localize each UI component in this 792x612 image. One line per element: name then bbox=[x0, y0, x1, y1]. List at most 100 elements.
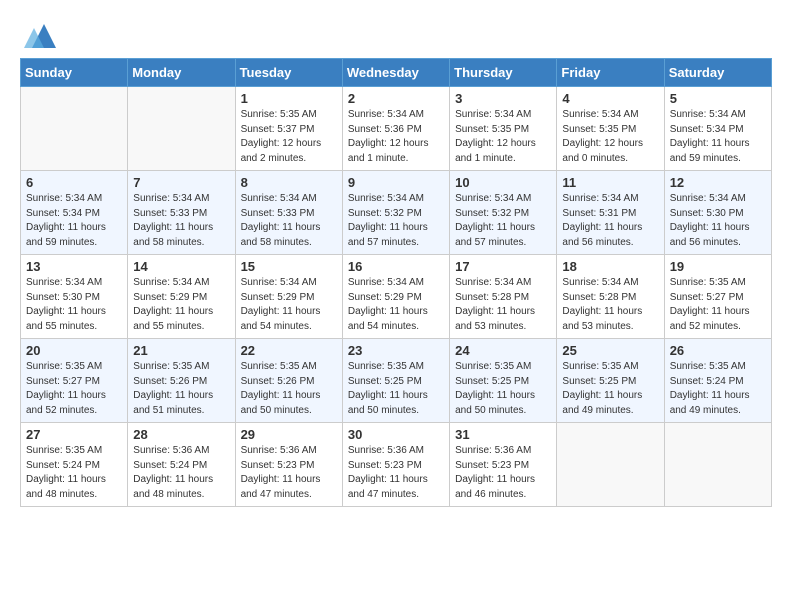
calendar-cell: 14 Sunrise: 5:34 AM Sunset: 5:29 PM Dayli… bbox=[128, 255, 235, 339]
calendar-header-row: SundayMondayTuesdayWednesdayThursdayFrid… bbox=[21, 59, 772, 87]
day-info: Sunrise: 5:34 AM Sunset: 5:29 PM Dayligh… bbox=[348, 276, 444, 334]
calendar-cell: 20 Sunrise: 5:35 AM Sunset: 5:27 PM Dayli… bbox=[21, 339, 128, 423]
calendar-cell: 29 Sunrise: 5:36 AM Sunset: 5:23 PM Dayli… bbox=[235, 423, 342, 507]
calendar-cell: 19 Sunrise: 5:35 AM Sunset: 5:27 PM Dayli… bbox=[664, 255, 771, 339]
calendar-cell: 25 Sunrise: 5:35 AM Sunset: 5:25 PM Dayli… bbox=[557, 339, 664, 423]
day-number: 16 bbox=[348, 259, 444, 274]
calendar-week-row: 1 Sunrise: 5:35 AM Sunset: 5:37 PM Daylig… bbox=[21, 87, 772, 171]
calendar-cell: 6Sunrise: 5:34 AM Sunset: 5:34 PM Daylig… bbox=[21, 171, 128, 255]
calendar-week-row: 13 Sunrise: 5:34 AM Sunset: 5:30 PM Dayli… bbox=[21, 255, 772, 339]
column-header-friday: Friday bbox=[557, 59, 664, 87]
day-info: Sunrise: 5:36 AM Sunset: 5:23 PM Dayligh… bbox=[455, 444, 551, 502]
day-info: Sunrise: 5:35 AM Sunset: 5:25 PM Dayligh… bbox=[348, 360, 444, 418]
day-info: Sunrise: 5:36 AM Sunset: 5:23 PM Dayligh… bbox=[348, 444, 444, 502]
day-number: 30 bbox=[348, 427, 444, 442]
logo bbox=[20, 20, 56, 48]
day-info: Sunrise: 5:34 AM Sunset: 5:30 PM Dayligh… bbox=[26, 276, 122, 334]
calendar-cell: 4Sunrise: 5:34 AM Sunset: 5:35 PM Daylig… bbox=[557, 87, 664, 171]
calendar-cell: 26 Sunrise: 5:35 AM Sunset: 5:24 PM Dayli… bbox=[664, 339, 771, 423]
calendar-cell: 3 Sunrise: 5:34 AM Sunset: 5:35 PM Daylig… bbox=[450, 87, 557, 171]
day-info: Sunrise: 5:34 AM Sunset: 5:33 PM Dayligh… bbox=[133, 192, 229, 250]
calendar-week-row: 20 Sunrise: 5:35 AM Sunset: 5:27 PM Dayli… bbox=[21, 339, 772, 423]
day-number: 29 bbox=[241, 427, 337, 442]
calendar-cell: 1 Sunrise: 5:35 AM Sunset: 5:37 PM Daylig… bbox=[235, 87, 342, 171]
calendar-cell: 7 Sunrise: 5:34 AM Sunset: 5:33 PM Daylig… bbox=[128, 171, 235, 255]
day-number: 20 bbox=[26, 343, 122, 358]
day-number: 19 bbox=[670, 259, 766, 274]
day-info: Sunrise: 5:35 AM Sunset: 5:26 PM Dayligh… bbox=[133, 360, 229, 418]
day-number: 15 bbox=[241, 259, 337, 274]
day-number: 26 bbox=[670, 343, 766, 358]
day-info: Sunrise: 5:36 AM Sunset: 5:24 PM Dayligh… bbox=[133, 444, 229, 502]
column-header-wednesday: Wednesday bbox=[342, 59, 449, 87]
day-info: Sunrise: 5:34 AM Sunset: 5:35 PM Dayligh… bbox=[455, 108, 551, 166]
calendar-cell: 31 Sunrise: 5:36 AM Sunset: 5:23 PM Dayli… bbox=[450, 423, 557, 507]
day-number: 23 bbox=[348, 343, 444, 358]
calendar-cell: 24 Sunrise: 5:35 AM Sunset: 5:25 PM Dayli… bbox=[450, 339, 557, 423]
calendar-cell bbox=[21, 87, 128, 171]
day-number: 13 bbox=[26, 259, 122, 274]
calendar-cell: 21 Sunrise: 5:35 AM Sunset: 5:26 PM Dayli… bbox=[128, 339, 235, 423]
column-header-sunday: Sunday bbox=[21, 59, 128, 87]
calendar-cell: 10Sunrise: 5:34 AM Sunset: 5:32 PM Dayli… bbox=[450, 171, 557, 255]
day-number: 28 bbox=[133, 427, 229, 442]
day-info: Sunrise: 5:35 AM Sunset: 5:26 PM Dayligh… bbox=[241, 360, 337, 418]
calendar-cell: 8Sunrise: 5:34 AM Sunset: 5:33 PM Daylig… bbox=[235, 171, 342, 255]
day-number: 4 bbox=[562, 91, 658, 106]
calendar-cell: 27 Sunrise: 5:35 AM Sunset: 5:24 PM Dayli… bbox=[21, 423, 128, 507]
day-number: 7 bbox=[133, 175, 229, 190]
day-number: 18 bbox=[562, 259, 658, 274]
day-info: Sunrise: 5:34 AM Sunset: 5:32 PM Dayligh… bbox=[348, 192, 444, 250]
day-info: Sunrise: 5:34 AM Sunset: 5:28 PM Dayligh… bbox=[562, 276, 658, 334]
day-info: Sunrise: 5:35 AM Sunset: 5:27 PM Dayligh… bbox=[670, 276, 766, 334]
calendar-cell: 2 Sunrise: 5:34 AM Sunset: 5:36 PM Daylig… bbox=[342, 87, 449, 171]
day-number: 24 bbox=[455, 343, 551, 358]
day-info: Sunrise: 5:35 AM Sunset: 5:24 PM Dayligh… bbox=[26, 444, 122, 502]
calendar-cell: 5 Sunrise: 5:34 AM Sunset: 5:34 PM Daylig… bbox=[664, 87, 771, 171]
calendar-cell bbox=[664, 423, 771, 507]
day-info: Sunrise: 5:35 AM Sunset: 5:37 PM Dayligh… bbox=[241, 108, 337, 166]
calendar-cell: 17 Sunrise: 5:34 AM Sunset: 5:28 PM Dayli… bbox=[450, 255, 557, 339]
column-header-saturday: Saturday bbox=[664, 59, 771, 87]
day-info: Sunrise: 5:35 AM Sunset: 5:24 PM Dayligh… bbox=[670, 360, 766, 418]
day-info: Sunrise: 5:34 AM Sunset: 5:34 PM Dayligh… bbox=[26, 192, 122, 250]
day-info: Sunrise: 5:34 AM Sunset: 5:28 PM Dayligh… bbox=[455, 276, 551, 334]
day-info: Sunrise: 5:34 AM Sunset: 5:34 PM Dayligh… bbox=[670, 108, 766, 166]
calendar-cell: 15Sunrise: 5:34 AM Sunset: 5:29 PM Dayli… bbox=[235, 255, 342, 339]
day-number: 14 bbox=[133, 259, 229, 274]
day-number: 31 bbox=[455, 427, 551, 442]
calendar-cell bbox=[128, 87, 235, 171]
day-number: 12 bbox=[670, 175, 766, 190]
day-info: Sunrise: 5:35 AM Sunset: 5:25 PM Dayligh… bbox=[455, 360, 551, 418]
calendar-cell: 11Sunrise: 5:34 AM Sunset: 5:31 PM Dayli… bbox=[557, 171, 664, 255]
calendar-cell: 9Sunrise: 5:34 AM Sunset: 5:32 PM Daylig… bbox=[342, 171, 449, 255]
column-header-tuesday: Tuesday bbox=[235, 59, 342, 87]
day-number: 5 bbox=[670, 91, 766, 106]
calendar-table: SundayMondayTuesdayWednesdayThursdayFrid… bbox=[20, 58, 772, 507]
calendar-cell: 18 Sunrise: 5:34 AM Sunset: 5:28 PM Dayli… bbox=[557, 255, 664, 339]
calendar-cell: 22 Sunrise: 5:35 AM Sunset: 5:26 PM Dayli… bbox=[235, 339, 342, 423]
day-info: Sunrise: 5:36 AM Sunset: 5:23 PM Dayligh… bbox=[241, 444, 337, 502]
day-number: 1 bbox=[241, 91, 337, 106]
day-number: 21 bbox=[133, 343, 229, 358]
day-number: 17 bbox=[455, 259, 551, 274]
day-info: Sunrise: 5:35 AM Sunset: 5:27 PM Dayligh… bbox=[26, 360, 122, 418]
day-info: Sunrise: 5:35 AM Sunset: 5:25 PM Dayligh… bbox=[562, 360, 658, 418]
day-number: 3 bbox=[455, 91, 551, 106]
day-number: 22 bbox=[241, 343, 337, 358]
calendar-cell bbox=[557, 423, 664, 507]
calendar-cell: 23 Sunrise: 5:35 AM Sunset: 5:25 PM Dayli… bbox=[342, 339, 449, 423]
day-number: 27 bbox=[26, 427, 122, 442]
calendar-week-row: 27 Sunrise: 5:35 AM Sunset: 5:24 PM Dayli… bbox=[21, 423, 772, 507]
page-header bbox=[20, 20, 772, 48]
column-header-monday: Monday bbox=[128, 59, 235, 87]
day-number: 10 bbox=[455, 175, 551, 190]
column-header-thursday: Thursday bbox=[450, 59, 557, 87]
day-number: 8 bbox=[241, 175, 337, 190]
day-info: Sunrise: 5:34 AM Sunset: 5:29 PM Dayligh… bbox=[133, 276, 229, 334]
day-number: 25 bbox=[562, 343, 658, 358]
day-info: Sunrise: 5:34 AM Sunset: 5:36 PM Dayligh… bbox=[348, 108, 444, 166]
day-number: 2 bbox=[348, 91, 444, 106]
calendar-cell: 16 Sunrise: 5:34 AM Sunset: 5:29 PM Dayli… bbox=[342, 255, 449, 339]
day-info: Sunrise: 5:34 AM Sunset: 5:31 PM Dayligh… bbox=[562, 192, 658, 250]
